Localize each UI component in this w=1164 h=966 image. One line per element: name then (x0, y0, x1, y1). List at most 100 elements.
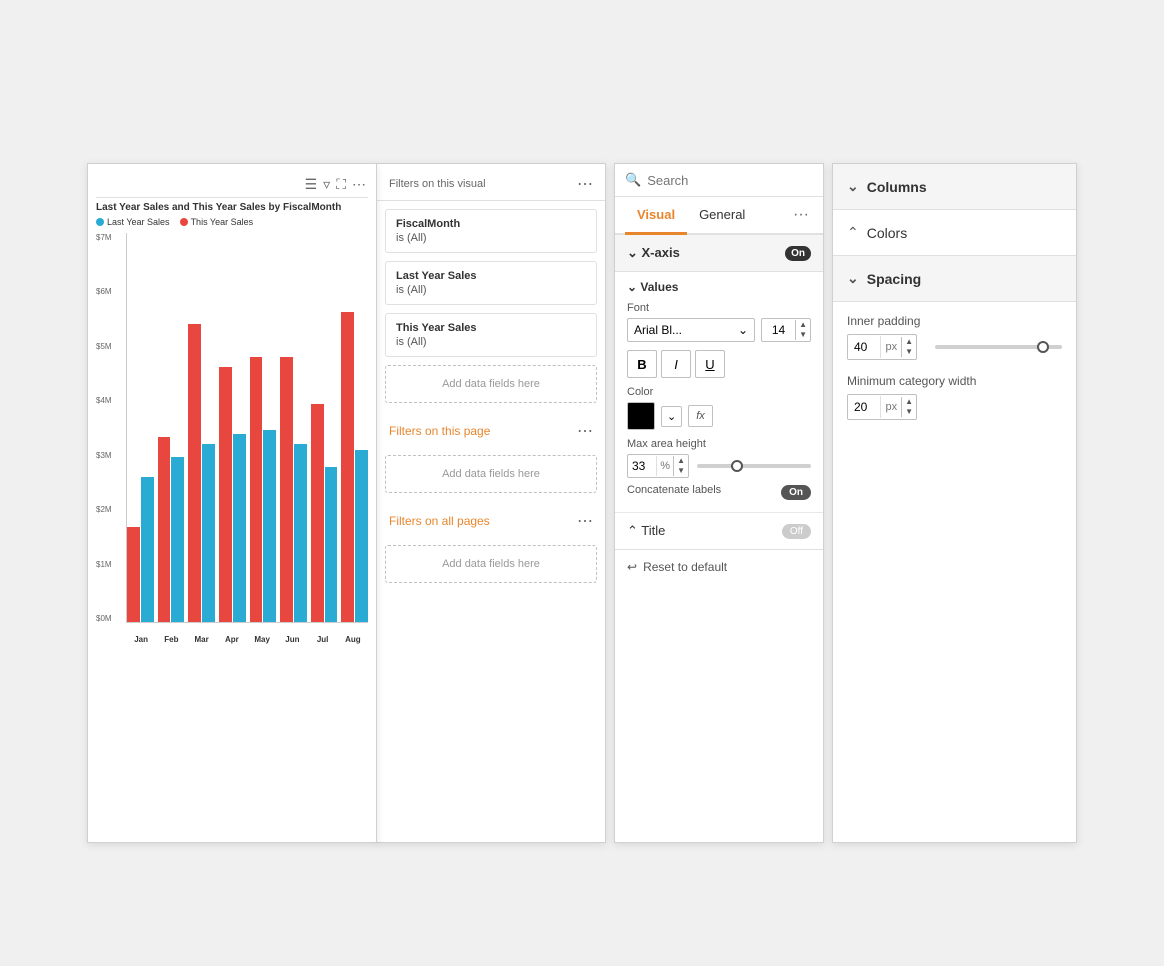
font-size-value[interactable]: 14 (762, 319, 795, 341)
font-size-up[interactable]: ▲ (796, 320, 810, 330)
inner-padding-input: 40 px ▲ ▼ (847, 334, 917, 360)
spacing-chevron: ⌄ (847, 270, 859, 287)
filter-icon[interactable]: ▿ (323, 176, 330, 193)
min-cat-width-unit: px (880, 396, 901, 418)
columns-panel: ⌄ Columns ⌃ Colors ⌄ Spacing Inner paddi… (832, 163, 1077, 843)
format-buttons: B I U (627, 350, 811, 378)
max-height-input: 33 % ▲ ▼ (627, 454, 689, 478)
filters-page-more[interactable]: ⋯ (577, 421, 593, 441)
color-dropdown[interactable]: ⌄ (661, 406, 682, 427)
inner-padding-slider[interactable] (935, 345, 1062, 349)
font-size-spinners: ▲ ▼ (795, 320, 810, 340)
xaxis-section-header[interactable]: ⌄ X-axis On (615, 235, 823, 272)
tab-more-button[interactable]: ··· (789, 198, 813, 232)
inner-padding-value[interactable]: 40 (848, 335, 880, 359)
filters-panel: Filters on this visual ⋯ FiscalMonth is … (376, 163, 606, 843)
max-height-spinners: ▲ ▼ (673, 456, 688, 476)
max-height-up[interactable]: ▲ (674, 456, 688, 466)
bar-blue-jul (325, 467, 338, 622)
max-height-slider[interactable] (697, 464, 811, 468)
bold-button[interactable]: B (627, 350, 657, 378)
legend-label-last-year: Last Year Sales (107, 217, 170, 227)
min-cat-width-down[interactable]: ▼ (902, 407, 916, 417)
font-row: Arial Bl... ⌄ 14 ▲ ▼ (627, 318, 811, 342)
expand-icon[interactable]: ⛶ (336, 176, 346, 193)
bar-blue-feb (171, 457, 184, 622)
reset-icon: ↩ (627, 560, 637, 574)
y-axis-labels: $7M $6M $5M $4M $3M $2M $1M $0M (96, 233, 124, 623)
legend-this-year: This Year Sales (180, 217, 254, 227)
reset-row[interactable]: ↩ Reset to default (615, 550, 823, 584)
hamburger-icon[interactable]: ☰ (305, 176, 318, 193)
tab-general[interactable]: General (687, 197, 757, 235)
bar-group-jan (127, 233, 154, 622)
legend-dot-blue (96, 218, 104, 226)
search-icon: 🔍 (625, 172, 641, 188)
filter-add-page[interactable]: Add data fields here (385, 455, 597, 493)
bar-blue-mar (202, 444, 215, 622)
bar-blue-apr (233, 434, 246, 622)
font-family-select[interactable]: Arial Bl... ⌄ (627, 318, 755, 342)
max-height-unit: % (656, 456, 673, 476)
italic-button[interactable]: I (661, 350, 691, 378)
bar-red-may (250, 357, 263, 622)
min-cat-width-value[interactable]: 20 (848, 395, 880, 419)
filter-lastyear-title: Last Year Sales (396, 270, 586, 282)
color-label: Color (627, 386, 811, 398)
bar-group-mar (188, 233, 215, 622)
columns-header[interactable]: ⌄ Columns (833, 164, 1076, 210)
bar-blue-may (263, 430, 276, 622)
filter-fiscalmonth-title: FiscalMonth (396, 218, 586, 230)
color-swatch[interactable] (627, 402, 655, 430)
bar-red-apr (219, 367, 232, 622)
filters-page-title: Filters on this page (389, 424, 490, 438)
bar-red-jan (127, 527, 140, 622)
inner-padding-up[interactable]: ▲ (902, 337, 916, 347)
columns-title: Columns (867, 179, 927, 195)
max-height-down[interactable]: ▼ (674, 466, 688, 476)
bar-stack (127, 477, 154, 622)
bar-red-feb (158, 437, 171, 622)
inner-padding-unit: px (880, 336, 901, 358)
underline-button[interactable]: U (695, 350, 725, 378)
bar-red-jun (280, 357, 293, 622)
font-size-down[interactable]: ▼ (796, 330, 810, 340)
format-panel: 🔍 Visual General ··· ⌄ X-axis On ⌄ Value… (614, 163, 824, 843)
max-height-thumb[interactable] (731, 460, 743, 472)
search-input[interactable] (647, 173, 823, 188)
filter-card-fiscalmonth[interactable]: FiscalMonth is (All) (385, 209, 597, 253)
max-height-row: 33 % ▲ ▼ (627, 454, 811, 478)
filters-all-more[interactable]: ⋯ (577, 511, 593, 531)
chart-title: Last Year Sales and This Year Sales by F… (96, 202, 368, 213)
max-height-value[interactable]: 33 (628, 455, 656, 477)
spacing-body: Inner padding 40 px ▲ ▼ Minimum category… (833, 302, 1076, 446)
colors-chevron: ⌃ (847, 224, 859, 241)
spacing-title: Spacing (867, 271, 921, 287)
colors-section[interactable]: ⌃ Colors (833, 210, 1076, 256)
more-icon[interactable]: ⋯ (352, 176, 366, 193)
bar-group-apr (219, 233, 246, 622)
xaxis-toggle[interactable]: On (785, 246, 811, 261)
min-cat-width-up[interactable]: ▲ (902, 397, 916, 407)
filter-card-thisyear[interactable]: This Year Sales is (All) (385, 313, 597, 357)
filter-card-lastyear[interactable]: Last Year Sales is (All) (385, 261, 597, 305)
title-section[interactable]: ⌃ Title Off (615, 513, 823, 550)
font-label: Font (627, 302, 811, 314)
min-cat-width-spinners: ▲ ▼ (901, 397, 916, 417)
concat-toggle[interactable]: On (781, 485, 811, 500)
bars-area (126, 233, 368, 623)
min-cat-width-label: Minimum category width (847, 374, 1062, 388)
filter-add-all[interactable]: Add data fields here (385, 545, 597, 583)
tab-visual[interactable]: Visual (625, 197, 687, 235)
values-subsection: ⌄ Values Font Arial Bl... ⌄ 14 ▲ ▼ B I (615, 272, 823, 513)
spacing-header[interactable]: ⌄ Spacing (833, 256, 1076, 302)
filter-add-visual[interactable]: Add data fields here (385, 365, 597, 403)
inner-padding-down[interactable]: ▼ (902, 347, 916, 357)
bar-blue-aug (355, 450, 368, 622)
bar-red-aug (341, 312, 354, 622)
fx-button[interactable]: fx (688, 405, 713, 427)
filters-all-header: Filters on all pages ⋯ (377, 501, 605, 537)
title-toggle[interactable]: Off (782, 524, 811, 539)
inner-padding-thumb[interactable] (1037, 341, 1049, 353)
filters-visual-more[interactable]: ⋯ (577, 174, 593, 194)
